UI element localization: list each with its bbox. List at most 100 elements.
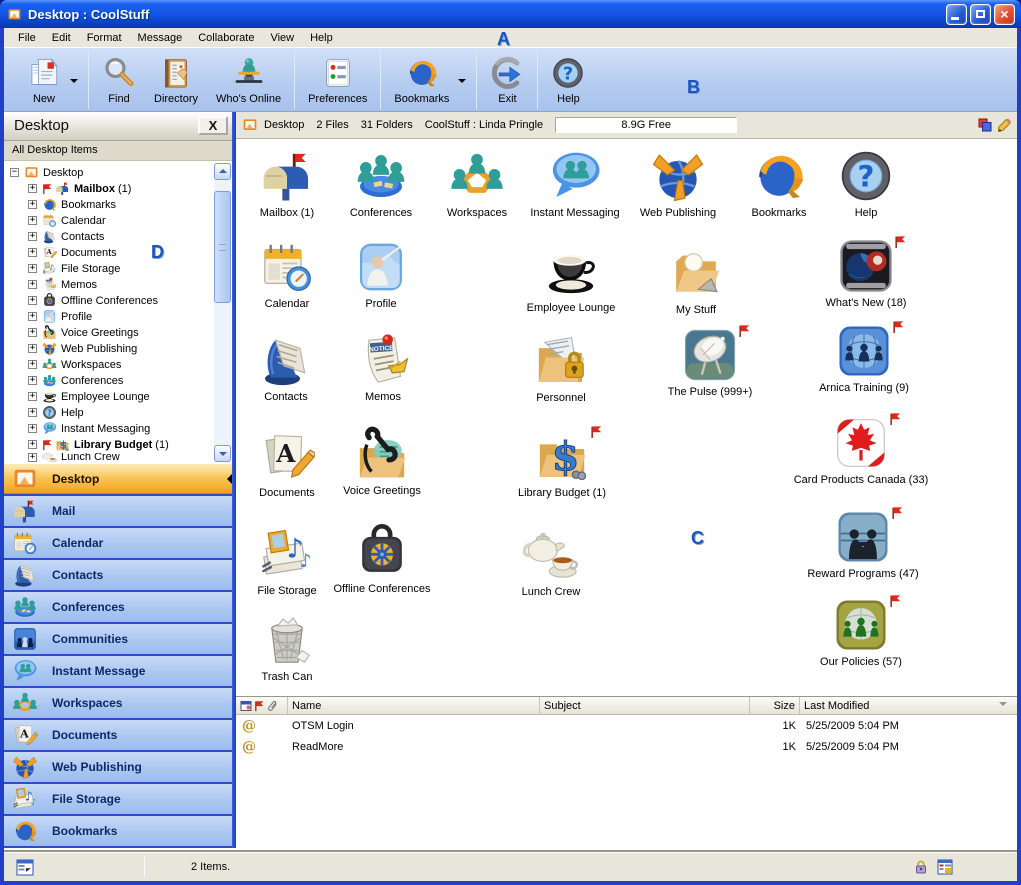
sidebar-item-desktop[interactable]: Desktop: [4, 464, 232, 494]
expand-icon[interactable]: +: [28, 453, 37, 462]
file-row[interactable]: @OTSM Login1K5/25/2009 5:04 PM: [236, 715, 1017, 736]
expand-icon[interactable]: +: [28, 296, 37, 305]
who-s-online-button[interactable]: Who's Online: [207, 48, 290, 111]
desktop-item-help[interactable]: ?Help: [791, 148, 941, 220]
tree-item-bookmarks[interactable]: +Bookmarks: [4, 197, 232, 213]
sidebar-item-web-publishing[interactable]: Web Publishing: [4, 752, 232, 782]
tree-item-contacts[interactable]: +Contacts: [4, 229, 232, 245]
preferences-button[interactable]: Preferences: [299, 48, 376, 111]
arrange-icon[interactable]: [978, 118, 992, 132]
expand-icon[interactable]: +: [28, 408, 37, 417]
expand-icon[interactable]: +: [28, 392, 37, 401]
find-button[interactable]: Find: [93, 48, 145, 111]
desktop-item-our-policies-57-[interactable]: Our Policies (57): [786, 597, 936, 669]
menu-item-message[interactable]: Message: [130, 30, 191, 46]
file-list-header[interactable]: Name Subject Size Last Modified: [236, 697, 1017, 715]
sidebar-item-documents[interactable]: ADocuments: [4, 720, 232, 750]
maximize-button[interactable]: [970, 4, 991, 25]
sidebar-item-mail[interactable]: Mail: [4, 496, 232, 526]
scroll-down-button[interactable]: [214, 445, 231, 462]
desktop-item-library-budget-1-[interactable]: $Library Budget (1): [487, 428, 637, 500]
expand-icon[interactable]: +: [28, 440, 37, 449]
expand-icon[interactable]: +: [28, 184, 37, 193]
sidebar-item-file-storage[interactable]: ♪♪File Storage: [4, 784, 232, 814]
desktop-item-card-products-canada-33-[interactable]: Card Products Canada (33): [786, 415, 936, 487]
menu-item-view[interactable]: View: [262, 30, 302, 46]
dropdown-arrow-icon[interactable]: [70, 79, 78, 87]
tree-item-web-publishing[interactable]: +Web Publishing: [4, 341, 232, 357]
tree-item-instant-messaging[interactable]: +Instant Messaging: [4, 421, 232, 437]
expand-icon[interactable]: +: [28, 248, 37, 257]
tree-item-voice-greetings[interactable]: +Voice Greetings: [4, 325, 232, 341]
desktop-item-personnel[interactable]: Personnel: [486, 333, 636, 405]
menu-item-help[interactable]: Help: [302, 30, 341, 46]
column-header-name[interactable]: Name: [288, 697, 540, 714]
column-header-subject[interactable]: Subject: [540, 697, 750, 714]
sidebar-item-communities[interactable]: Communities: [4, 624, 232, 654]
flag-column-icon[interactable]: [254, 700, 265, 712]
desktop-item-the-pulse-999-[interactable]: The Pulse (999+): [635, 327, 785, 399]
expand-icon[interactable]: +: [28, 360, 37, 369]
tree-item-lunch-crew[interactable]: +Lunch Crew: [4, 453, 232, 462]
column-header-size[interactable]: Size: [750, 697, 800, 714]
tree-item-desktop[interactable]: −Desktop: [4, 165, 232, 181]
desktop-item-arnica-training-9-[interactable]: Arnica Training (9): [789, 323, 939, 395]
scroll-up-button[interactable]: [214, 163, 231, 180]
tree-item-employee-lounge[interactable]: +Employee Lounge: [4, 389, 232, 405]
sort-arrow-icon[interactable]: [999, 702, 1007, 710]
scroll-thumb[interactable]: [214, 191, 231, 303]
desktop-item-profile[interactable]: Profile: [306, 239, 456, 311]
tree-item-help[interactable]: +?Help: [4, 405, 232, 421]
sidebar-item-workspaces[interactable]: Workspaces: [4, 688, 232, 718]
new-button[interactable]: New: [18, 48, 70, 111]
tree-item-documents[interactable]: +ADocuments: [4, 245, 232, 261]
desktop-item-lunch-crew[interactable]: Lunch Crew: [476, 527, 626, 599]
dropdown-arrow-icon[interactable]: [458, 79, 466, 87]
sidebar-item-contacts[interactable]: Contacts: [4, 560, 232, 590]
tree-item-mailbox[interactable]: +Mailbox (1): [4, 181, 232, 197]
tree-item-memos[interactable]: +NOTICEMemos: [4, 277, 232, 293]
tree-item-workspaces[interactable]: +Workspaces: [4, 357, 232, 373]
menu-item-file[interactable]: File: [10, 30, 44, 46]
tree-item-calendar[interactable]: +Calendar: [4, 213, 232, 229]
directory-button[interactable]: Directory: [145, 48, 207, 111]
expand-icon[interactable]: +: [28, 216, 37, 225]
bookmarks-button[interactable]: Bookmarks: [385, 48, 458, 111]
desktop-item-offline-conferences[interactable]: Offline Conferences: [307, 524, 457, 596]
tree-item-file-storage[interactable]: +♪♪File Storage: [4, 261, 232, 277]
tree-item-library-budget[interactable]: +$Library Budget (1): [4, 437, 232, 453]
column-header-last-modified[interactable]: Last Modified: [800, 697, 1017, 714]
expand-icon[interactable]: +: [28, 328, 37, 337]
desktop-item-voice-greetings[interactable]: Voice Greetings: [307, 426, 457, 498]
expand-icon[interactable]: +: [28, 376, 37, 385]
sidebar-item-bookmarks[interactable]: Bookmarks: [4, 816, 232, 846]
help-button[interactable]: ?Help: [542, 48, 594, 111]
expand-icon[interactable]: +: [28, 264, 37, 273]
desktop-item-my-stuff[interactable]: My Stuff: [621, 245, 771, 317]
file-row[interactable]: @ReadMore1K5/25/2009 5:04 PM: [236, 736, 1017, 757]
titlebar[interactable]: Desktop : CoolStuff ×: [0, 0, 1021, 28]
attachment-column-icon[interactable]: [267, 700, 278, 712]
expand-icon[interactable]: +: [28, 232, 37, 241]
view-properties-icon[interactable]: [937, 859, 953, 875]
expand-icon[interactable]: +: [28, 280, 37, 289]
desktop-item-memos[interactable]: NOTICEMemos: [308, 332, 458, 404]
menu-item-format[interactable]: Format: [79, 30, 130, 46]
desktop-item-what-s-new-18-[interactable]: What's New (18): [791, 238, 941, 310]
expand-icon[interactable]: +: [28, 312, 37, 321]
close-button[interactable]: ×: [994, 4, 1015, 25]
collapse-icon[interactable]: −: [10, 168, 19, 177]
tree-item-offline-conferences[interactable]: +Offline Conferences: [4, 293, 232, 309]
item-type-column-icon[interactable]: [240, 700, 252, 712]
tree-item-conferences[interactable]: +Conferences: [4, 373, 232, 389]
sidebar-item-conferences[interactable]: Conferences: [4, 592, 232, 622]
expand-icon[interactable]: +: [28, 424, 37, 433]
tree-scrollbar[interactable]: [214, 163, 231, 462]
panel-close-button[interactable]: X: [198, 116, 228, 135]
menu-item-collaborate[interactable]: Collaborate: [190, 30, 262, 46]
tree-item-profile[interactable]: +Profile: [4, 309, 232, 325]
menu-item-edit[interactable]: Edit: [44, 30, 79, 46]
toggle-panel-icon[interactable]: [16, 859, 34, 876]
expand-icon[interactable]: +: [28, 344, 37, 353]
expand-icon[interactable]: +: [28, 200, 37, 209]
